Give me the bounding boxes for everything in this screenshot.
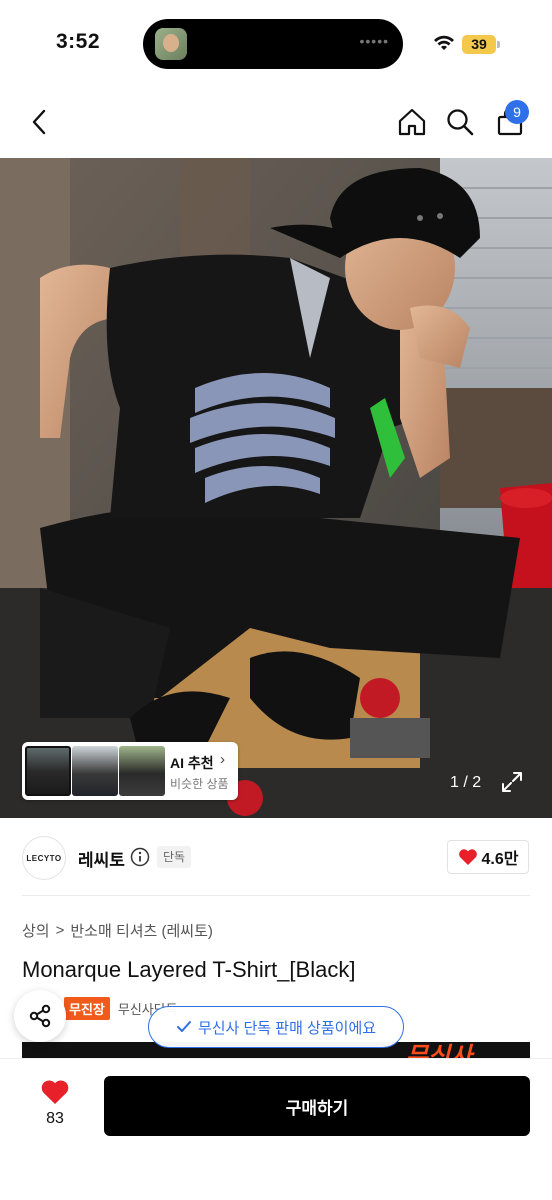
- check-icon: [176, 1021, 191, 1032]
- status-time: 3:52: [56, 30, 101, 53]
- status-bar: 3:52 ••••• 39: [0, 0, 552, 90]
- expand-icon[interactable]: [500, 770, 524, 794]
- toast-text: 무신사 단독 판매 상품이에요: [197, 1019, 377, 1037]
- chevron-left-icon: [32, 109, 46, 135]
- exclusive-badge: 단독: [157, 846, 192, 868]
- island-dots: •••••: [359, 33, 389, 49]
- cart-count-badge: 9: [505, 100, 529, 124]
- home-button[interactable]: [392, 102, 432, 142]
- home-icon: [398, 108, 426, 136]
- search-button[interactable]: [440, 102, 480, 142]
- product-title: Monarque Layered T-Shirt_[Black]: [22, 957, 356, 982]
- heart-icon: [458, 849, 477, 865]
- share-button[interactable]: [14, 990, 66, 1042]
- ai-thumbnail-3[interactable]: [119, 746, 165, 796]
- dynamic-island: •••••: [143, 19, 403, 69]
- ai-recommend-title: AI 추천: [170, 755, 214, 771]
- ai-thumbnail-1[interactable]: [25, 746, 71, 796]
- chevron-right-icon: ›: [220, 751, 225, 768]
- back-button[interactable]: [20, 102, 60, 142]
- like-count: 83: [46, 1110, 64, 1127]
- brand-name[interactable]: 레씨토: [78, 846, 125, 871]
- brand-like-count: 4.6만: [481, 851, 519, 868]
- product-image-carousel[interactable]: AI 추천 › 비슷한 상품 1 / 2: [0, 158, 552, 818]
- info-icon[interactable]: [130, 847, 150, 867]
- like-button[interactable]: 83: [30, 1078, 80, 1134]
- breadcrumb-category[interactable]: 상의: [22, 920, 50, 941]
- ai-thumbnail-2[interactable]: [72, 746, 118, 796]
- island-avatar: [155, 28, 187, 60]
- buy-button[interactable]: 구매하기: [104, 1076, 530, 1136]
- heart-icon: [41, 1080, 69, 1104]
- ai-recommend-subtitle: 비슷한 상품: [170, 777, 229, 791]
- search-icon: [447, 109, 474, 136]
- battery-cap: [497, 41, 500, 48]
- wifi-icon: [434, 35, 454, 50]
- mujinjang-tag: 무진장: [64, 997, 110, 1020]
- brand-like-button[interactable]: 4.6만: [447, 840, 529, 874]
- divider: [22, 895, 530, 896]
- exclusive-toast: 무신사 단독 판매 상품이에요: [148, 1006, 404, 1048]
- breadcrumb-separator: >: [55, 922, 65, 939]
- share-icon: [29, 1004, 51, 1028]
- top-nav: [0, 90, 552, 158]
- breadcrumb: 상의 > 반소매 티셔츠 (레씨토): [22, 920, 213, 941]
- battery-indicator: 39: [462, 35, 496, 54]
- brand-logo[interactable]: LECYTO: [22, 836, 66, 880]
- product-photo: [0, 158, 552, 818]
- ai-recommendation-card[interactable]: AI 추천 › 비슷한 상품: [22, 742, 238, 800]
- image-pager: 1 / 2: [450, 774, 482, 791]
- breadcrumb-subcategory[interactable]: 반소매 티셔츠 (레씨토): [70, 920, 213, 941]
